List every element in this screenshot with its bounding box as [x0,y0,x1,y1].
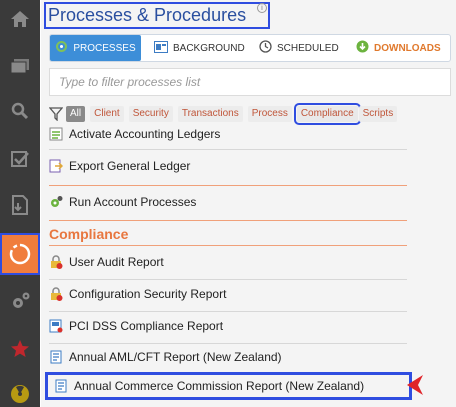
download-icon [356,40,369,56]
tab-scheduled[interactable]: SCHEDULED [259,35,339,61]
category-filter-bar: All Client Security Transactions Process… [49,103,402,125]
tab-bar: PROCESSES BACKGROUND SCHEDULED DOWNLOADS [49,34,451,62]
tab-downloads[interactable]: DOWNLOADS [356,35,441,61]
list-item[interactable]: PCI DSS Compliance Report [49,316,411,336]
section-title-compliance: Compliance [49,226,129,242]
windows-button[interactable] [0,47,40,85]
list-item-label: Activate Accounting Ledgers [69,127,221,141]
divider [49,311,407,312]
processes-icon [9,243,31,265]
divider [49,279,407,280]
category-chip-process[interactable]: Process [247,106,292,122]
document-icon [12,195,28,215]
divider [49,185,407,186]
category-chip-all[interactable]: All [66,106,86,122]
divider [49,149,407,150]
list-item-label: Annual Commerce Commission Report (New Z… [74,379,365,393]
lock-warning-icon [51,287,63,301]
tasks-button[interactable] [0,140,40,178]
processes-button[interactable] [0,233,40,275]
pointer-arrow-icon [407,375,423,395]
clock-icon [259,40,272,56]
settings-button[interactable] [0,282,40,320]
checklist-icon [11,151,29,167]
divider [49,343,407,344]
list-item-label: PCI DSS Compliance Report [69,319,224,333]
pci-report-icon [49,319,63,333]
home-button[interactable] [0,0,40,38]
report-icon [50,350,62,364]
list-item-highlighted[interactable]: Annual Commerce Commission Report (New Z… [45,372,412,400]
list-item-label: Configuration Security Report [69,287,227,301]
star-icon [11,340,29,357]
documents-button[interactable] [0,186,40,224]
processes-tab-icon [55,40,68,56]
home-icon [11,11,29,27]
divider [49,245,407,246]
divider [49,220,407,221]
category-chip-client[interactable]: Client [90,106,124,122]
radiation-icon [11,385,29,403]
search-icon [11,102,29,120]
gears-icon [13,292,30,308]
report-icon [55,379,67,393]
category-chip-compliance[interactable]: Compliance [293,103,361,125]
export-icon [49,159,63,173]
hazard-button[interactable] [0,375,40,407]
tab-processes-label: PROCESSES [73,42,136,54]
category-chip-transactions[interactable]: Transactions [177,106,243,122]
main-panel: Processes & Procedures i PROCESSES BACKG… [41,0,456,407]
page-title: Processes & Procedures [48,5,247,25]
filter-processes-input[interactable]: Type to filter processes list [49,68,451,96]
list-item-label: Export General Ledger [69,159,191,173]
left-nav-rail [0,0,40,407]
ledger-icon [49,127,63,141]
lock-warning-icon [51,255,63,269]
tab-downloads-label: DOWNLOADS [374,42,441,54]
background-icon [154,40,168,56]
list-item-label: Annual AML/CFT Report (New Zealand) [69,350,282,364]
list-item[interactable]: User Audit Report [49,252,411,272]
funnel-icon [49,107,63,121]
tab-background[interactable]: BACKGROUND [154,35,245,61]
gear-icon [51,196,63,207]
list-item-label: Run Account Processes [69,195,197,209]
list-item[interactable]: Activate Accounting Ledgers [49,126,411,142]
tab-processes[interactable]: PROCESSES [50,35,141,61]
category-chip-scripts[interactable]: Scripts [358,106,398,122]
search-button[interactable] [0,92,40,130]
list-item[interactable]: Run Account Processes [49,192,411,212]
tab-scheduled-label: SCHEDULED [277,42,339,54]
list-item[interactable]: Annual AML/CFT Report (New Zealand) [49,347,411,367]
tab-background-label: BACKGROUND [173,42,245,54]
info-icon[interactable]: i [257,3,267,13]
favorites-button[interactable] [0,330,40,368]
windows-icon [10,59,29,74]
category-chip-security[interactable]: Security [128,106,173,122]
list-item-label: User Audit Report [69,255,164,269]
list-item[interactable]: Export General Ledger [49,156,411,176]
list-item[interactable]: Configuration Security Report [49,284,411,304]
